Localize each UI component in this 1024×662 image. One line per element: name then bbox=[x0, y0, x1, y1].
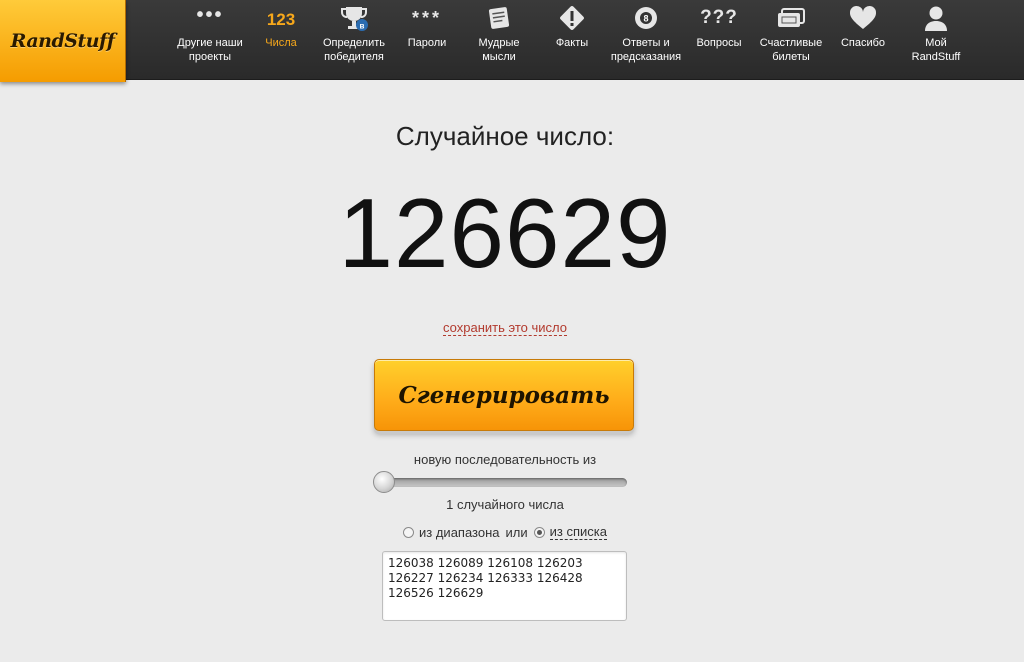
scroll-icon bbox=[479, 0, 519, 36]
svg-text:8: 8 bbox=[643, 14, 648, 24]
generate-button-label: Сгенерировать bbox=[398, 381, 610, 409]
numbers-icon: 123 bbox=[266, 10, 296, 29]
trophy-icon: в bbox=[334, 0, 374, 36]
mode-list-label: из списка bbox=[549, 524, 607, 540]
mode-or-text: или bbox=[505, 524, 528, 540]
count-label: 1 случайного числа bbox=[446, 497, 564, 512]
save-number-row: сохранить это число bbox=[0, 320, 1010, 336]
random-number-value: 126629 bbox=[338, 178, 672, 288]
slider-handle[interactable] bbox=[373, 471, 395, 493]
dots-icon: ••• bbox=[196, 3, 224, 26]
save-number-link[interactable]: сохранить это число bbox=[443, 320, 567, 336]
user-icon bbox=[916, 0, 956, 36]
mode-range-radio[interactable] bbox=[403, 526, 415, 538]
logo-text: RandStuff bbox=[10, 30, 115, 52]
mode-range-option[interactable]: из диапазона bbox=[403, 525, 500, 540]
tickets-icon bbox=[771, 0, 811, 36]
sequence-label: новую последовательность из bbox=[413, 452, 597, 467]
asterisks-icon: *** bbox=[411, 7, 442, 28]
svg-text:в: в bbox=[360, 22, 365, 31]
exclamation-diamond-icon bbox=[552, 0, 592, 36]
source-mode-selector: из диапазона или из списка bbox=[0, 524, 1010, 540]
eight-ball-icon: 8 bbox=[626, 0, 666, 36]
generate-button[interactable]: Сгенерировать bbox=[374, 359, 634, 431]
heart-icon bbox=[843, 0, 883, 36]
top-navigation-bar: RandStuff ••• Другие наши проекты 123 Чи… bbox=[0, 0, 1024, 82]
mode-range-label: из диапазона bbox=[419, 524, 500, 540]
nav-label: Мой RandStuff bbox=[911, 37, 961, 63]
randstuff-logo[interactable]: RandStuff bbox=[0, 0, 126, 82]
number-list-input[interactable]: 126038 126089 126108 126203 126227 12623… bbox=[382, 551, 627, 621]
question-marks-icon: ??? bbox=[700, 7, 738, 28]
mode-list-radio[interactable] bbox=[533, 526, 545, 538]
count-slider[interactable] bbox=[373, 471, 627, 493]
nav-item-my-randstuff[interactable]: Мой RandStuff bbox=[894, 0, 978, 80]
mode-list-option[interactable]: из списка bbox=[533, 524, 607, 540]
page-title: Случайное число: bbox=[395, 121, 615, 151]
